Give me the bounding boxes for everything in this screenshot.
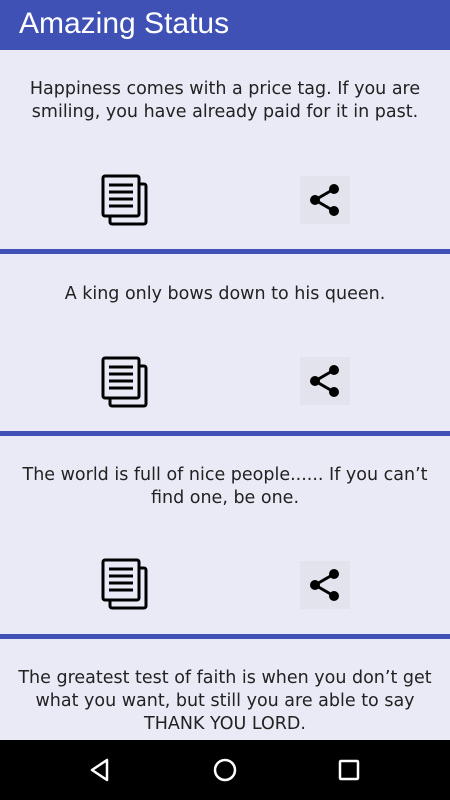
copy-icon — [101, 558, 148, 610]
status-text: The greatest test of faith is when you d… — [18, 668, 432, 734]
share-button[interactable] — [300, 357, 350, 405]
app-bar: Amazing Status — [0, 0, 450, 50]
status-card: Happiness comes with a price tag. If you… — [0, 50, 450, 255]
share-button[interactable] — [300, 561, 350, 609]
copy-icon — [101, 356, 148, 408]
recents-button[interactable] — [334, 755, 364, 785]
status-text: The world is full of nice people...... I… — [22, 465, 428, 508]
status-text: A king only bows down to his queen. — [64, 284, 386, 304]
status-card: The world is full of nice people...... I… — [0, 436, 450, 635]
status-list[interactable]: Happiness comes with a price tag. If you… — [0, 50, 450, 740]
copy-button[interactable] — [98, 172, 152, 228]
status-card: A king only bows down to his queen. — [0, 254, 450, 431]
copy-button[interactable] — [98, 354, 152, 410]
share-icon — [310, 569, 339, 601]
back-button[interactable] — [85, 755, 115, 785]
share-icon — [310, 365, 339, 397]
home-button[interactable] — [210, 755, 240, 785]
share-button[interactable] — [300, 176, 350, 224]
recents-icon — [338, 759, 360, 781]
status-card: The greatest test of faith is when you d… — [0, 639, 450, 740]
status-text: Happiness comes with a price tag. If you… — [29, 79, 421, 122]
copy-button[interactable] — [98, 556, 152, 612]
app-title: Amazing Status — [19, 7, 230, 40]
share-icon — [310, 184, 339, 216]
home-icon — [213, 758, 237, 782]
back-icon — [90, 758, 109, 782]
system-nav-bar — [0, 740, 450, 800]
copy-icon — [101, 174, 148, 226]
